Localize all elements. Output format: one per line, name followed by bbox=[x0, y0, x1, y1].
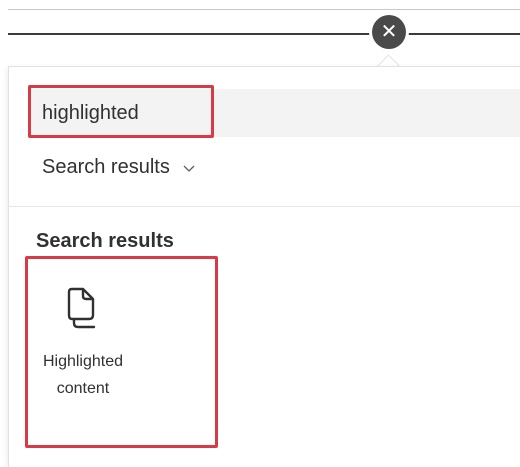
chevron-down-icon bbox=[183, 165, 195, 172]
close-button[interactable]: ✕ bbox=[372, 15, 406, 49]
section-divider-line bbox=[8, 33, 520, 35]
result-tile-label: Highlighted content bbox=[42, 353, 124, 397]
search-input[interactable] bbox=[42, 100, 342, 126]
search-scope-label: Search results bbox=[42, 156, 170, 178]
section-separator bbox=[8, 206, 520, 207]
top-divider bbox=[8, 9, 520, 10]
document-icon bbox=[67, 287, 96, 329]
close-icon: ✕ bbox=[380, 21, 398, 43]
section-title: Search results bbox=[36, 230, 174, 252]
search-scope-dropdown[interactable]: Search results bbox=[42, 156, 196, 179]
result-tile-highlighted-content[interactable]: Highlighted content bbox=[30, 260, 210, 440]
